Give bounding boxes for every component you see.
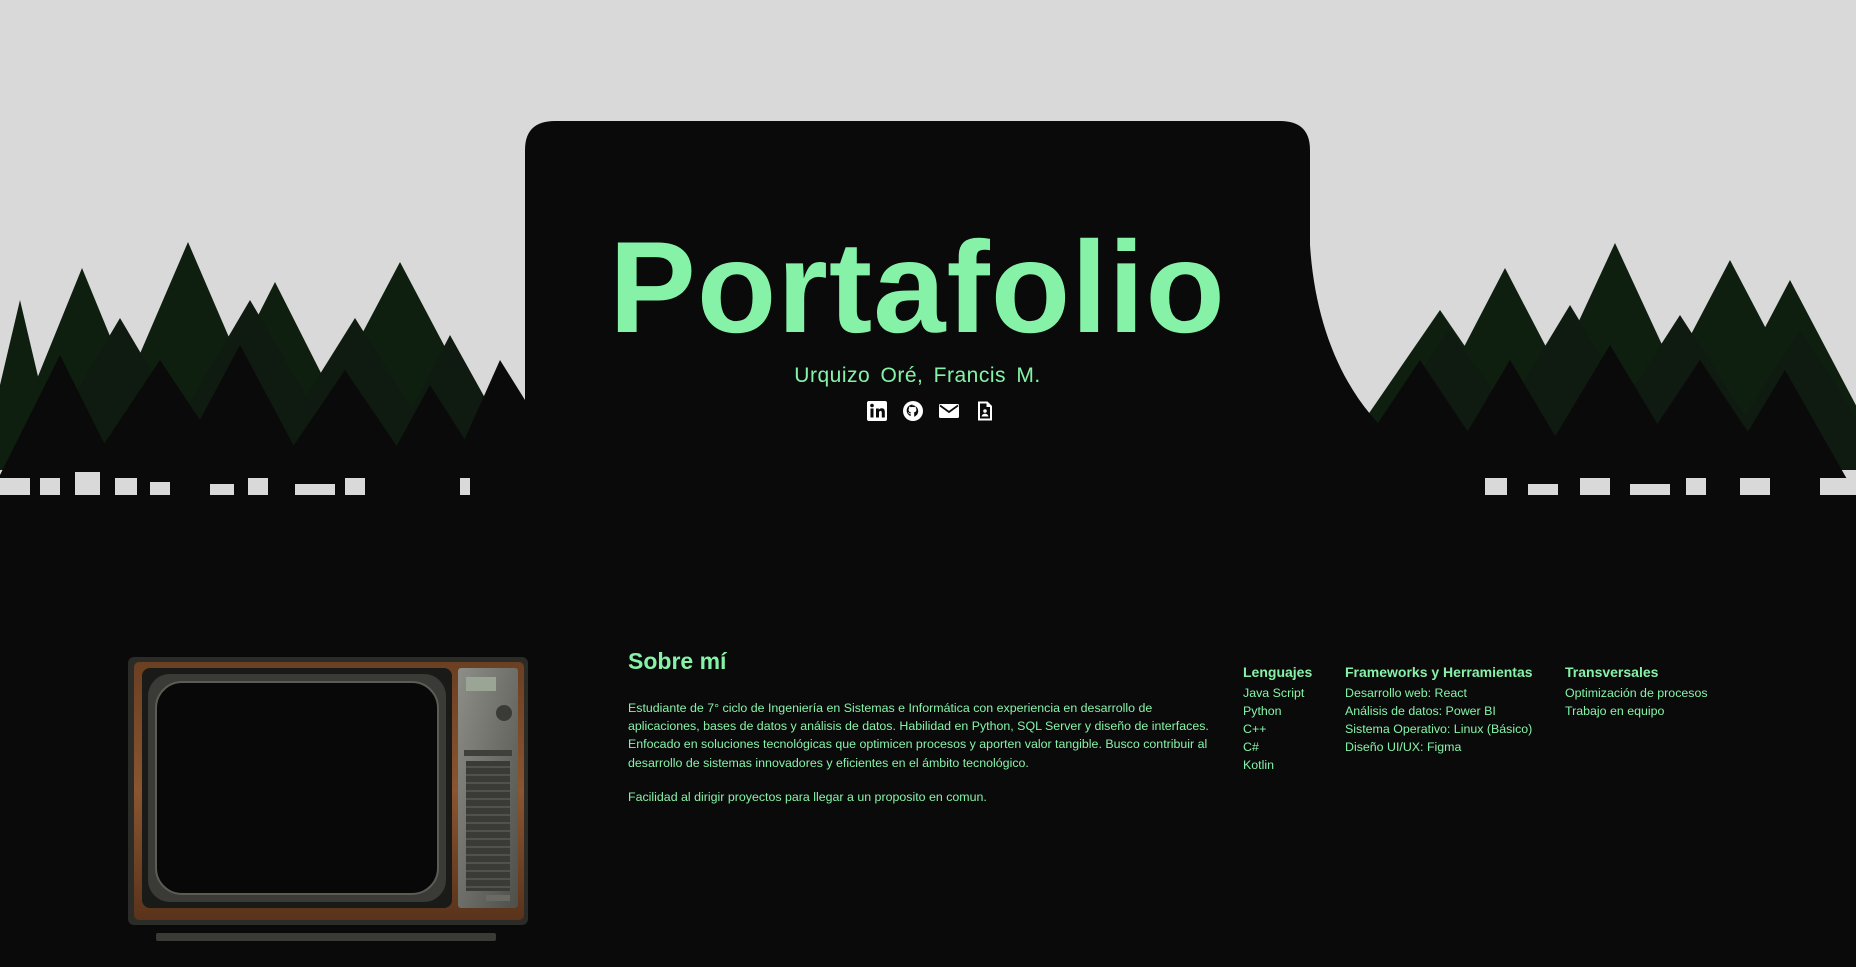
skill-item: Trabajo en equipo <box>1565 704 1665 718</box>
skill-item: Java Script <box>1243 686 1305 700</box>
about-paragraph: Estudiante de 7° ciclo de Ingeniería en … <box>628 701 1209 770</box>
about-paragraph-leadership: Facilidad al dirigir proyectos para lleg… <box>628 789 987 804</box>
skill-item: Optimización de procesos <box>1565 686 1708 700</box>
skill-item: Kotlin <box>1243 758 1274 772</box>
retro-tv-image <box>128 657 528 941</box>
skill-item: C++ <box>1243 722 1267 736</box>
mail-icon[interactable] <box>938 400 960 422</box>
github-icon[interactable] <box>902 400 924 422</box>
about-section: Sobre mí Estudiante de 7° ciclo de Ingen… <box>628 648 1213 822</box>
skill-item: Python <box>1243 704 1282 718</box>
skills-languages: Lenguajes Java Script Python C++ C# Kotl… <box>1243 664 1312 774</box>
skill-item: Diseño UI/UX: Figma <box>1345 740 1462 754</box>
skill-item: Análisis de datos: Power BI <box>1345 704 1496 718</box>
skills-transversal: Transversales Optimización de procesos T… <box>1565 664 1708 720</box>
author-name: Urquizo Oré, Francis M. <box>794 364 1041 387</box>
page-title: Portafolio <box>609 214 1226 360</box>
about-heading: Sobre mí <box>628 648 727 674</box>
skills-heading: Lenguajes <box>1243 664 1313 680</box>
cv-document-icon[interactable] <box>974 400 996 422</box>
skill-item: Sistema Operativo: Linux (Básico) <box>1345 722 1533 736</box>
linkedin-icon[interactable] <box>866 400 888 422</box>
skills-frameworks: Frameworks y Herramientas Desarrollo web… <box>1345 664 1533 756</box>
skills-heading: Frameworks y Herramientas <box>1345 664 1533 680</box>
skill-item: C# <box>1243 740 1259 754</box>
skill-item: Desarrollo web: React <box>1345 686 1467 700</box>
social-links <box>866 400 996 422</box>
skills-heading: Transversales <box>1565 664 1659 680</box>
